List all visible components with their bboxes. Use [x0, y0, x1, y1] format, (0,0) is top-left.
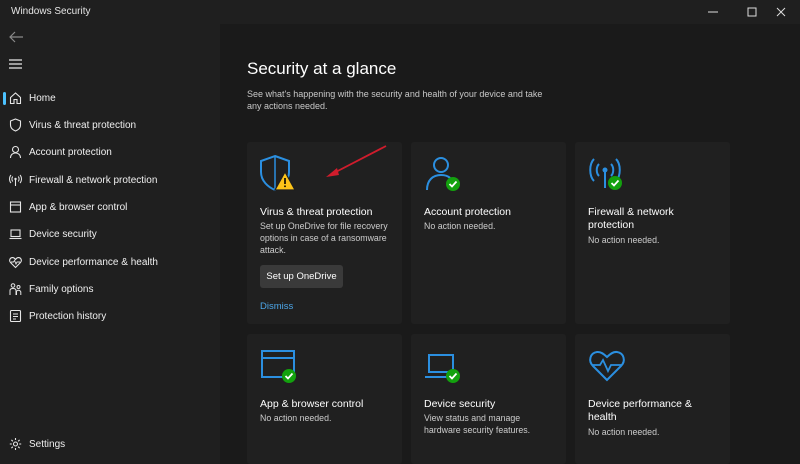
- shield-icon: [9, 118, 22, 132]
- laptop-icon: [9, 229, 22, 240]
- card-title: Virus & threat protection: [260, 206, 373, 218]
- card-description: Set up OneDrive for file recovery option…: [260, 221, 388, 255]
- sidebar-item-device-security[interactable]: Device security: [0, 221, 220, 248]
- card-firewall-network-protection[interactable]: Firewall & network protection No action …: [575, 142, 730, 324]
- card-description: No action needed.: [260, 413, 332, 423]
- card-description: No action needed.: [424, 221, 496, 231]
- maximize-icon: [747, 7, 757, 17]
- card-account-protection[interactable]: Account protection No action needed.: [411, 142, 566, 324]
- shield-warning-icon: [260, 154, 297, 192]
- card-title: App & browser control: [260, 398, 364, 410]
- sidebar-item-label: Device security: [29, 229, 97, 240]
- home-icon: [9, 92, 22, 105]
- card-device-security[interactable]: Device security View status and manage h…: [411, 334, 566, 464]
- close-button[interactable]: [762, 0, 800, 24]
- title-bar: Windows Security: [0, 0, 800, 24]
- sidebar-item-label: Home: [29, 93, 56, 104]
- sidebar-item-label: Family options: [29, 284, 94, 295]
- selected-indicator: [3, 92, 6, 105]
- sidebar: Home Virus & threat protection Account p…: [0, 24, 220, 464]
- gear-icon: [9, 438, 22, 450]
- minimize-button[interactable]: [694, 0, 732, 24]
- browser-window-icon: [9, 201, 22, 213]
- sidebar-item-protection-history[interactable]: Protection history: [0, 303, 220, 330]
- browser-check-icon: [261, 350, 296, 383]
- card-description: No action needed.: [588, 235, 660, 245]
- wifi-signal-icon: [9, 174, 22, 186]
- card-title: Account protection: [424, 206, 511, 218]
- laptop-check-icon: [425, 354, 460, 383]
- heart-pulse-icon: [9, 257, 22, 269]
- annotation-arrow: [326, 145, 387, 177]
- minimize-icon: [708, 11, 718, 13]
- sidebar-item-label: Settings: [29, 439, 66, 450]
- account-check-icon: [426, 157, 460, 191]
- history-icon: [9, 309, 22, 323]
- sidebar-item-app-browser-control[interactable]: App & browser control: [0, 194, 220, 221]
- back-arrow-icon[interactable]: [7, 29, 25, 45]
- set-up-onedrive-button[interactable]: Set up OneDrive: [260, 265, 343, 288]
- sidebar-item-firewall-network-protection[interactable]: Firewall & network protection: [0, 167, 220, 194]
- family-icon: [9, 283, 22, 295]
- sidebar-item-account-protection[interactable]: Account protection: [0, 139, 220, 166]
- sidebar-item-home[interactable]: Home: [0, 85, 220, 112]
- wifi-check-icon: [589, 158, 622, 190]
- card-app-browser-control[interactable]: App & browser control No action needed.: [247, 334, 402, 464]
- sidebar-item-label: Account protection: [29, 147, 112, 158]
- dismiss-link[interactable]: Dismiss: [260, 301, 293, 312]
- sidebar-item-label: Device performance & health: [29, 257, 158, 268]
- card-title: Device security: [424, 398, 496, 410]
- card-title: Firewall & network protection: [588, 206, 674, 231]
- main-content: Security at a glance See what's happenin…: [220, 24, 800, 464]
- sidebar-item-label: Firewall & network protection: [29, 175, 158, 186]
- close-icon: [776, 7, 786, 17]
- sidebar-item-device-performance-health[interactable]: Device performance & health: [0, 249, 220, 276]
- page-subtitle: See what's happening with the security a…: [247, 89, 543, 111]
- card-device-performance-health[interactable]: Device performance & health No action ne…: [575, 334, 730, 464]
- page-title: Security at a glance: [247, 59, 397, 78]
- sidebar-item-virus-threat-protection[interactable]: Virus & threat protection: [0, 112, 220, 139]
- sidebar-item-label: Virus & threat protection: [29, 120, 137, 131]
- heart-pulse-icon: [589, 350, 625, 382]
- sidebar-item-family-options[interactable]: Family options: [0, 276, 220, 303]
- window-title: Windows Security: [11, 6, 91, 17]
- hamburger-menu-icon[interactable]: [7, 57, 25, 71]
- person-icon: [9, 145, 22, 159]
- card-description: View status and manage hardware security…: [424, 413, 531, 435]
- sidebar-item-settings[interactable]: Settings: [0, 431, 220, 458]
- sidebar-item-label: Protection history: [29, 311, 107, 322]
- card-description: No action needed.: [588, 427, 660, 437]
- card-title: Device performance & health: [588, 398, 692, 423]
- sidebar-item-label: App & browser control: [29, 202, 128, 213]
